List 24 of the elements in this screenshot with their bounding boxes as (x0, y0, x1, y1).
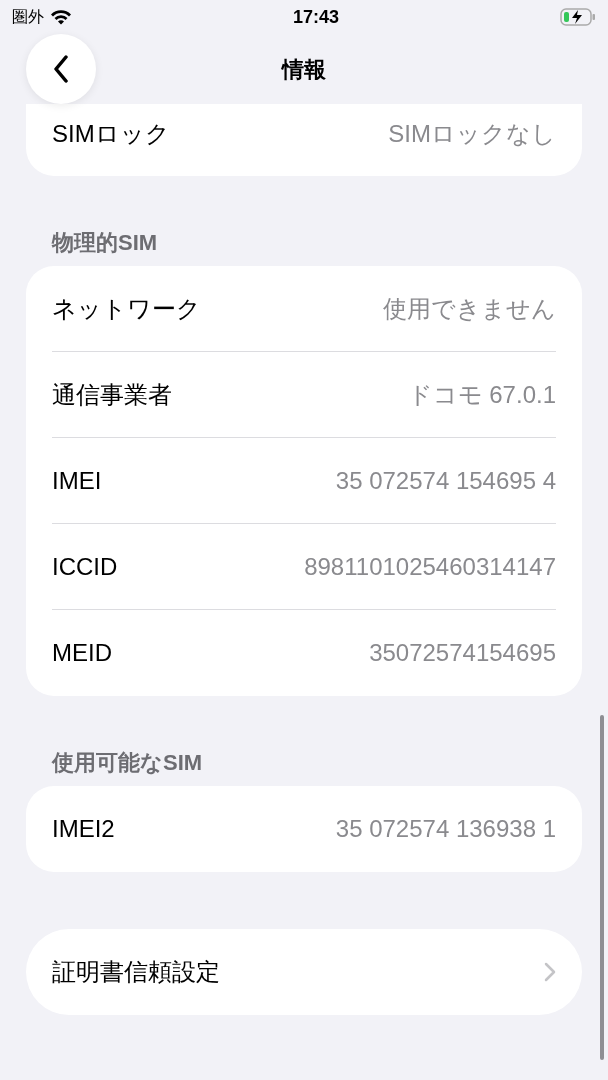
row-label: SIMロック (52, 119, 170, 149)
row-value: 8981101025460314147 (304, 551, 556, 582)
section-header: 物理的SIM (52, 230, 158, 255)
chevron-right-icon (544, 962, 556, 982)
row-value: 35072574154695 (369, 638, 556, 668)
row-label: 通信事業者 (52, 379, 172, 410)
row-value: 使用できません (383, 293, 556, 324)
status-time: 17:43 (292, 5, 339, 29)
battery-charging-icon (560, 8, 596, 26)
row-label: IMEI2 (52, 814, 115, 844)
row-label: MEID (52, 638, 112, 668)
wifi-icon (50, 9, 72, 25)
nav-title: 情報 (282, 55, 326, 84)
row-label: IMEI (52, 465, 102, 496)
row-value: ドコモ 67.0.1 (407, 379, 556, 410)
section-header: 使用可能なSIM (52, 750, 203, 775)
row-label: ネットワーク (52, 293, 201, 324)
row-value: 35 072574 136938 1 (335, 814, 556, 844)
row-value: SIMロックなし (388, 119, 556, 149)
chevron-left-icon (53, 55, 69, 83)
carrier-text: 圏外 (12, 7, 44, 27)
row-label: ICCID (52, 551, 118, 582)
certificate-trust-settings-row[interactable]: 証明書信頼設定 (26, 929, 582, 1015)
row-value: 35 072574 154695 4 (335, 465, 556, 496)
